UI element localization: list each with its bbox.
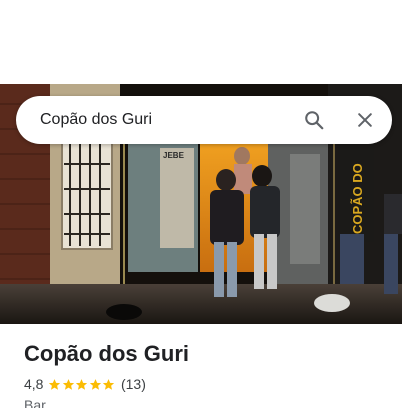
rating-row[interactable]: 4,8 (13) (24, 375, 146, 393)
search-input[interactable] (40, 108, 290, 132)
star-icon (103, 378, 115, 390)
place-title: Copão dos Guri (24, 341, 189, 366)
clear-search-button[interactable] (353, 108, 377, 132)
star-icon (62, 378, 75, 390)
store-sign-text: JEBE (163, 151, 185, 160)
place-category: Bar (24, 397, 46, 408)
star-rating (48, 378, 116, 391)
search-button[interactable] (302, 108, 326, 132)
map-blank-area (0, 0, 408, 84)
banner-text: COPÃO DO (350, 163, 365, 234)
star-icon (89, 378, 102, 390)
review-count-link[interactable]: (13) (121, 376, 146, 392)
rating-value: 4,8 (24, 376, 44, 392)
search-icon (305, 111, 324, 130)
close-icon (358, 113, 372, 127)
star-icon (49, 378, 61, 390)
star-icon (76, 378, 88, 390)
search-bar[interactable] (16, 96, 392, 144)
